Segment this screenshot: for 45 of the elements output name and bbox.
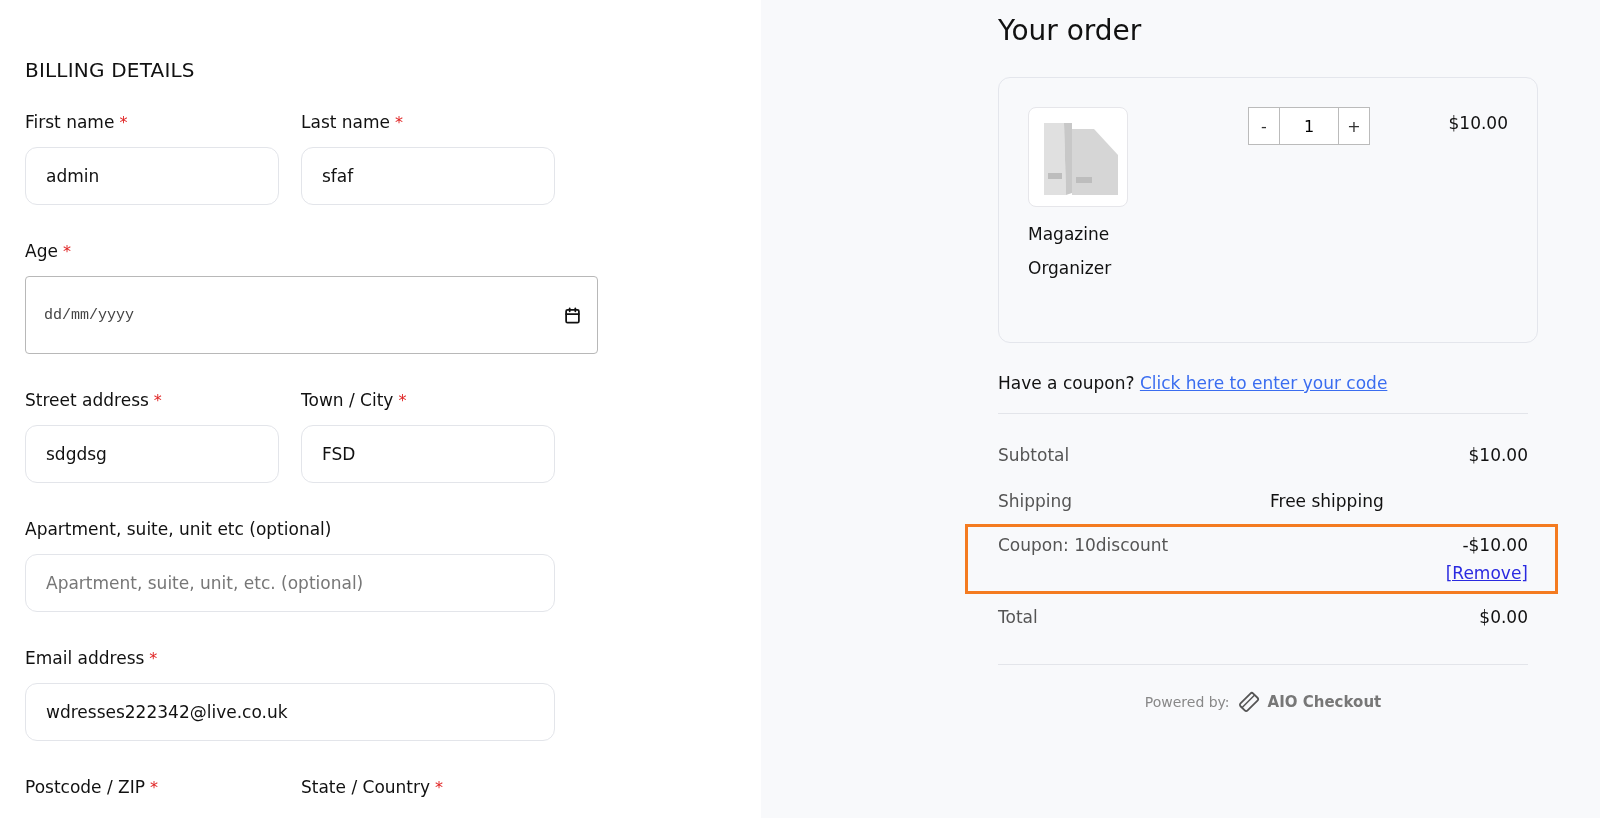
quantity-stepper[interactable]: - 1 + [1248,107,1370,145]
total-label: Total [998,607,1039,627]
field-label: Apartment, suite, unit etc (optional) [25,519,332,539]
required-mark: * [398,391,407,410]
total-label: Shipping [998,491,1074,511]
total-value: -$10.00 [1462,535,1528,555]
field-label: Postcode / ZIP [25,777,145,797]
field-label: Email address [25,648,145,668]
input-field[interactable]: admin [25,147,279,205]
total-value: Free shipping [1270,491,1384,511]
date-field[interactable]: dd/mm/yyyy [25,276,598,354]
input-field[interactable]: sfaf [301,147,555,205]
input-field[interactable]: wdresses222342@live.co.uk [25,683,555,741]
total-value: $0.00 [1479,607,1528,627]
required-mark: * [150,778,158,797]
product-name: Magazine Organizer [1028,223,1113,280]
required-mark: * [62,242,71,261]
calendar-icon[interactable] [564,306,581,324]
input-field[interactable]: sdgdsg [25,425,279,483]
input-field[interactable]: Apartment, suite, unit, etc. (optional) [25,554,555,612]
required-mark: * [395,113,404,132]
field-label: Last name [301,112,391,132]
total-label: Subtotal [998,445,1071,465]
powered-by-text: Powered by: [1144,694,1230,710]
required-mark: * [119,113,128,132]
coupon-prompt: Have a coupon? Click here to enter your code [998,373,1389,393]
date-input[interactable]: dd/mm/yyyy [42,305,556,325]
field-label: State / Country [301,777,431,797]
coupon-link[interactable]: Click here to enter your code [1139,373,1388,393]
order-title: Your order [998,14,1143,47]
input-field[interactable]: FSD [301,425,555,483]
required-mark: * [149,649,158,668]
field-label: First name [25,112,115,132]
brand-name: AIO Checkout [1267,693,1382,711]
field-label: Street address [25,390,149,410]
remove-link[interactable]: [Remove] [1445,563,1528,583]
card-icon [1237,691,1260,713]
field-label: Age [25,241,58,261]
required-mark: * [435,778,444,797]
required-mark: * [153,391,162,410]
total-label: Coupon: 10discount [998,535,1170,555]
section-title: BILLING DETAILS [25,58,196,82]
total-value: $10.00 [1468,445,1528,465]
field-label: Town / City [301,390,394,410]
product-price: $10.00 [1448,113,1508,133]
